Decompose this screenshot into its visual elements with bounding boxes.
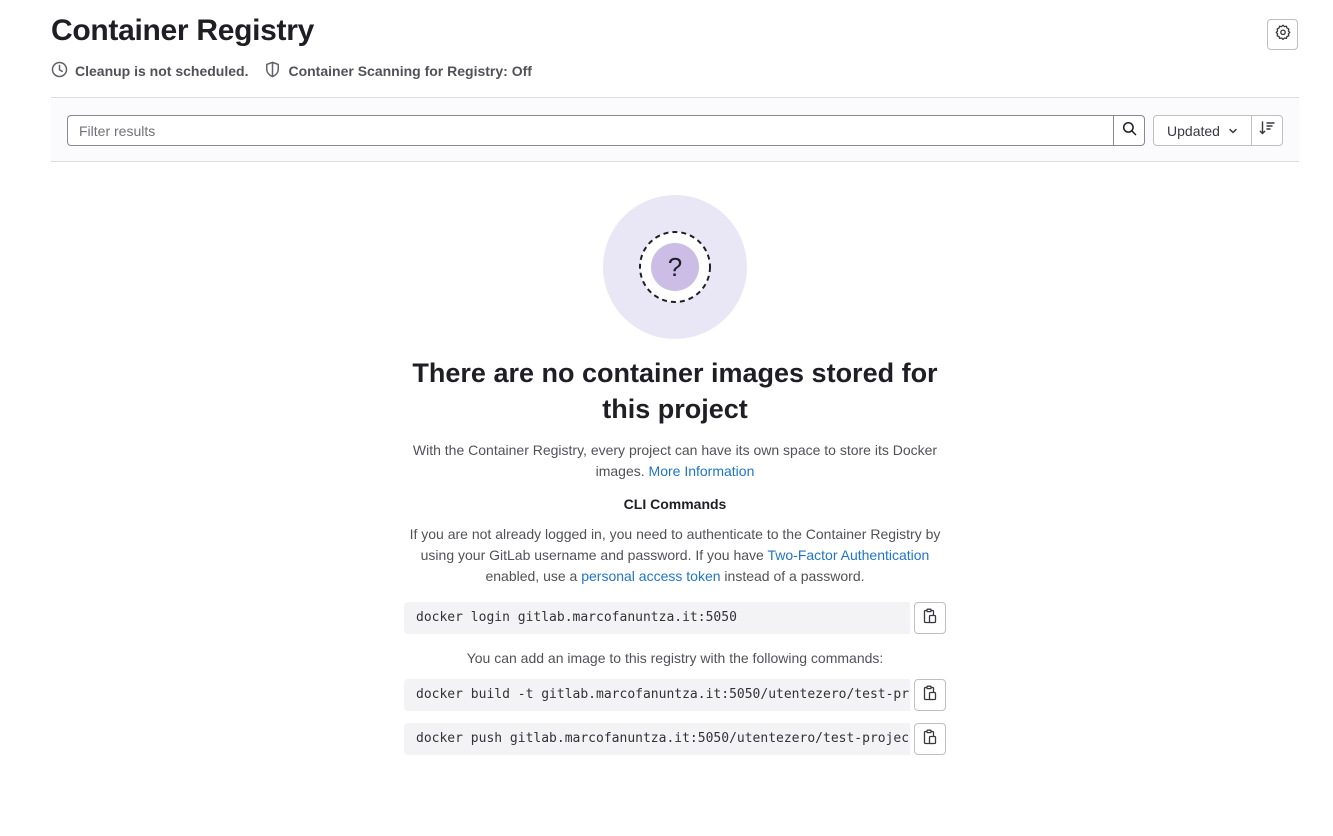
cli-commands-heading: CLI Commands <box>623 496 727 512</box>
cleanup-status: Cleanup is not scheduled. <box>51 61 248 81</box>
push-command[interactable]: docker push gitlab.marcofanuntza.it:5050… <box>404 723 910 755</box>
more-information-link[interactable]: More Information <box>649 463 755 479</box>
gear-icon <box>1275 24 1291 45</box>
settings-button[interactable] <box>1267 19 1298 50</box>
push-command-row: docker push gitlab.marcofanuntza.it:5050… <box>404 723 946 755</box>
copy-to-clipboard-icon <box>922 685 938 706</box>
copy-login-command-button[interactable] <box>914 602 946 634</box>
sort-lowest-icon <box>1259 120 1275 141</box>
shield-icon <box>264 61 288 81</box>
copy-to-clipboard-icon <box>922 608 938 629</box>
sort-direction-button[interactable] <box>1251 115 1283 146</box>
sort-dropdown[interactable]: Updated <box>1153 115 1252 146</box>
build-command-row: docker build -t gitlab.marcofanuntza.it:… <box>404 679 946 711</box>
personal-access-token-link[interactable]: personal access token <box>581 568 720 584</box>
page-title: Container Registry <box>51 14 314 47</box>
scanning-status: Container Scanning for Registry: Off <box>264 61 532 81</box>
copy-push-command-button[interactable] <box>914 723 946 755</box>
two-factor-auth-link[interactable]: Two-Factor Authentication <box>767 547 929 563</box>
empty-state-title: There are no container images stored for… <box>412 358 938 424</box>
container-registry-page: Container Registry Cleanup is not schedu… <box>0 0 1333 836</box>
empty-state-illustration: ? <box>603 195 747 339</box>
login-command[interactable]: docker login gitlab.marcofanuntza.it:505… <box>404 602 910 634</box>
copy-build-command-button[interactable] <box>914 679 946 711</box>
filter-bar: Updated <box>51 97 1299 162</box>
sort-dropdown-label: Updated <box>1167 122 1220 139</box>
search-icon <box>1122 121 1137 141</box>
question-mark-glyph: ? <box>668 252 682 282</box>
cli-intro: If you are not already logged in, you ne… <box>400 524 950 587</box>
clock-icon <box>51 61 75 81</box>
add-image-instructions: You can add an image to this registry wi… <box>466 650 884 666</box>
copy-to-clipboard-icon <box>922 729 938 750</box>
login-command-row: docker login gitlab.marcofanuntza.it:505… <box>404 602 946 634</box>
empty-state-description: With the Container Registry, every proje… <box>400 440 950 482</box>
cleanup-status-text: Cleanup is not scheduled. <box>75 63 249 79</box>
chevron-down-icon <box>1220 123 1238 139</box>
registry-meta: Cleanup is not scheduled. Container Scan… <box>51 61 532 81</box>
cli-intro-text-2: enabled, use a <box>485 568 578 584</box>
build-command[interactable]: docker build -t gitlab.marcofanuntza.it:… <box>404 679 910 711</box>
cli-intro-text-3: instead of a password. <box>724 568 865 584</box>
search-button[interactable] <box>1113 115 1145 146</box>
filter-input[interactable] <box>67 115 1114 146</box>
scanning-status-text: Container Scanning for Registry: Off <box>288 63 532 79</box>
